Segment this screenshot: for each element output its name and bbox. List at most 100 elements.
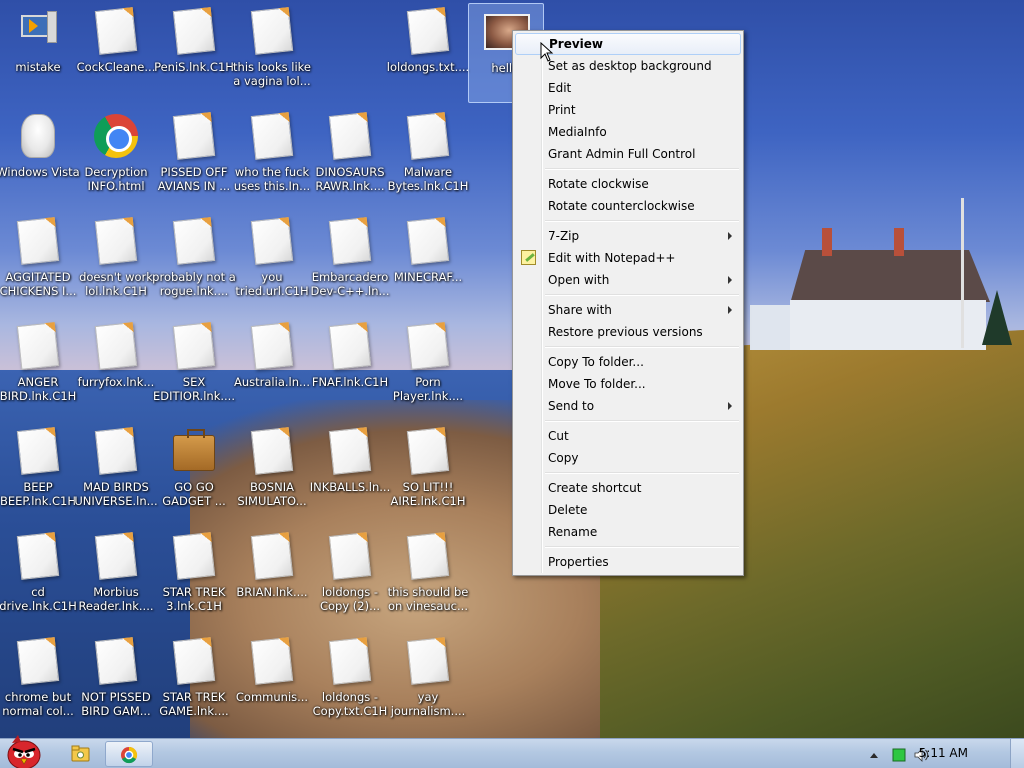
menu-item-cut[interactable]: Cut (515, 425, 741, 447)
menu-item-label: Properties (548, 555, 609, 569)
document-icon (94, 322, 138, 370)
desktop-icon-label: DINOSAURS RAWR.lnk.... (315, 165, 385, 193)
document-icon (16, 322, 60, 370)
document-icon (250, 322, 294, 370)
desktop-icon[interactable]: Decryption INFO.html (78, 108, 154, 208)
show-hidden-icons-icon[interactable] (869, 747, 879, 766)
menu-item-copy[interactable]: Copy (515, 447, 741, 469)
desktop-icon[interactable]: BRIAN.lnk.... (234, 528, 310, 628)
desktop-icon-label: Morbius Reader.lnk.... (78, 585, 154, 613)
notepadpp-icon (521, 250, 536, 265)
desktop-icon[interactable]: loldongs - Copy.txt.C1H (312, 633, 388, 733)
taskbar-explorer-button[interactable] (56, 741, 104, 767)
document-icon (94, 532, 138, 580)
desktop-icon[interactable]: mistake (0, 3, 76, 103)
menu-item-label: Cut (548, 429, 569, 443)
desktop-icon[interactable]: Malware Bytes.lnk.C1H (388, 108, 468, 208)
menu-item-create-shortcut[interactable]: Create shortcut (515, 477, 741, 499)
menu-item-edit[interactable]: Edit (515, 77, 741, 99)
menu-item-7-zip[interactable]: 7-Zip (515, 225, 741, 247)
menu-item-edit-with-notepad[interactable]: Edit with Notepad++ (515, 247, 741, 269)
desktop-icon[interactable]: chrome but normal col... (0, 633, 76, 733)
desktop-icon[interactable]: loldongs - Copy (2)... (312, 528, 388, 628)
menu-item-restore-previous-versions[interactable]: Restore previous versions (515, 321, 741, 343)
desktop-icon[interactable]: FNAF.lnk.C1H (312, 318, 388, 418)
menu-item-move-to-folder[interactable]: Move To folder... (515, 373, 741, 395)
desktop-icon[interactable]: Communis... (234, 633, 310, 733)
desktop-icon[interactable]: BOSNIA SIMULATO... (234, 423, 310, 523)
menu-item-label: Edit (548, 81, 572, 95)
document-icon (406, 112, 450, 160)
document-icon (250, 532, 294, 580)
desktop-icon-label: STAR TREK 3.lnk.C1H (162, 585, 226, 613)
desktop-icon[interactable]: CockCleane... (77, 3, 155, 103)
document-icon (172, 7, 216, 55)
taskbar-chrome-button[interactable] (105, 741, 153, 767)
desktop-icon[interactable]: furryfox.lnk... (78, 318, 154, 418)
desktop-icon[interactable]: PISSED OFF AVIANS IN ... (156, 108, 232, 208)
desktop-icon[interactable]: ANGER BIRD.lnk.C1H (0, 318, 76, 418)
menu-item-label: Restore previous versions (548, 325, 703, 339)
folder-icon (56, 745, 104, 768)
menu-item-rotate-counterclockwise[interactable]: Rotate counterclockwise (515, 195, 741, 217)
show-desktop-button[interactable] (1010, 739, 1024, 768)
desktop-icon-label: PeniS.lnk.C1H (154, 60, 234, 74)
desktop-icon[interactable]: NOT PISSED BIRD GAM... (78, 633, 154, 733)
menu-item-mediainfo[interactable]: MediaInfo (515, 121, 741, 143)
desktop-icon-label: doesn't work lol.lnk.C1H (79, 270, 153, 298)
desktop-icon[interactable]: STAR TREK 3.lnk.C1H (156, 528, 232, 628)
desktop-icon-label: CockCleane... (76, 60, 156, 74)
start-button[interactable] (2, 733, 48, 768)
menu-item-delete[interactable]: Delete (515, 499, 741, 521)
desktop-icon[interactable]: cd drive.lnk.C1H (0, 528, 77, 628)
menu-item-share-with[interactable]: Share with (515, 299, 741, 321)
desktop-icon[interactable]: MAD BIRDS UNIVERSE.ln... (74, 423, 158, 523)
desktop-icon[interactable]: MINECRAF... (390, 213, 466, 313)
document-icon (16, 427, 60, 475)
menu-item-label: Delete (548, 503, 588, 517)
menu-item-open-with[interactable]: Open with (515, 269, 741, 291)
menu-item-copy-to-folder[interactable]: Copy To folder... (515, 351, 741, 373)
menu-item-rotate-clockwise[interactable]: Rotate clockwise (515, 173, 741, 195)
desktop-icon-label: Windows Vista (0, 165, 80, 179)
desktop-icon[interactable]: probably not a rogue.lnk.... (152, 213, 236, 313)
menu-item-properties[interactable]: Properties (515, 551, 741, 573)
document-icon (172, 637, 216, 685)
desktop-icon[interactable]: Embarcadero Dev-C++.ln... (311, 213, 389, 313)
desktop-icon[interactable]: you tried.url.C1H (234, 213, 310, 313)
desktop-icon[interactable]: SEX EDITIOR.lnk.... (153, 318, 235, 418)
document-icon (250, 427, 294, 475)
desktop-icon[interactable]: STAR TREK GAME.lnk.... (156, 633, 232, 733)
desktop-icon[interactable]: yay journalism.... (390, 633, 466, 733)
menu-item-rename[interactable]: Rename (515, 521, 741, 543)
desktop-icon[interactable]: Porn Player.lnk.... (390, 318, 466, 418)
desktop-icon-label: STAR TREK GAME.lnk.... (159, 690, 229, 718)
desktop-icon-label: loldongs - Copy.txt.C1H (312, 690, 388, 718)
desktop-icon-label: yay journalism.... (390, 690, 466, 718)
desktop-icon[interactable]: DINOSAURS RAWR.lnk.... (312, 108, 388, 208)
desktop-icon[interactable]: INKBALLS.ln... (310, 423, 390, 523)
desktop-icon[interactable]: this should be on vinesauc... (388, 528, 468, 628)
battery-icon[interactable] (892, 747, 906, 766)
menu-item-grant-admin-full-control[interactable]: Grant Admin Full Control (515, 143, 741, 165)
taskbar-clock[interactable]: 5:11 AM (919, 746, 968, 760)
menu-item-print[interactable]: Print (515, 99, 741, 121)
desktop-icon[interactable]: Morbius Reader.lnk.... (78, 528, 154, 628)
desktop-icon[interactable]: BEEP BEEP.lnk.C1H (0, 423, 76, 523)
wallpaper-lighthouse-house (750, 228, 990, 350)
desktop-icon[interactable]: GO GO GADGET ... (156, 423, 232, 523)
desktop-icon-label: this looks like a vagina lol... (233, 60, 311, 88)
desktop-icon[interactable]: loldongs.txt.... (387, 3, 469, 103)
menu-item-send-to[interactable]: Send to (515, 395, 741, 417)
desktop-icon[interactable]: Australia.ln... (234, 318, 310, 418)
desktop-icon[interactable]: SO LIT!!! AIRE.lnk.C1H (390, 423, 466, 523)
briefcase-icon (173, 429, 215, 473)
document-icon (328, 532, 372, 580)
desktop-icon[interactable]: AGGITATED CHICKENS I... (0, 213, 76, 313)
desktop-icon[interactable]: who the fuck uses this.In... (234, 108, 310, 208)
menu-item-label: Rotate clockwise (548, 177, 649, 191)
desktop-icon[interactable]: PeniS.lnk.C1H (154, 3, 234, 103)
desktop-icon[interactable]: this looks like a vagina lol... (233, 3, 311, 103)
desktop-icon[interactable]: doesn't work lol.lnk.C1H (78, 213, 154, 313)
desktop-icon[interactable]: Windows Vista (0, 108, 80, 208)
